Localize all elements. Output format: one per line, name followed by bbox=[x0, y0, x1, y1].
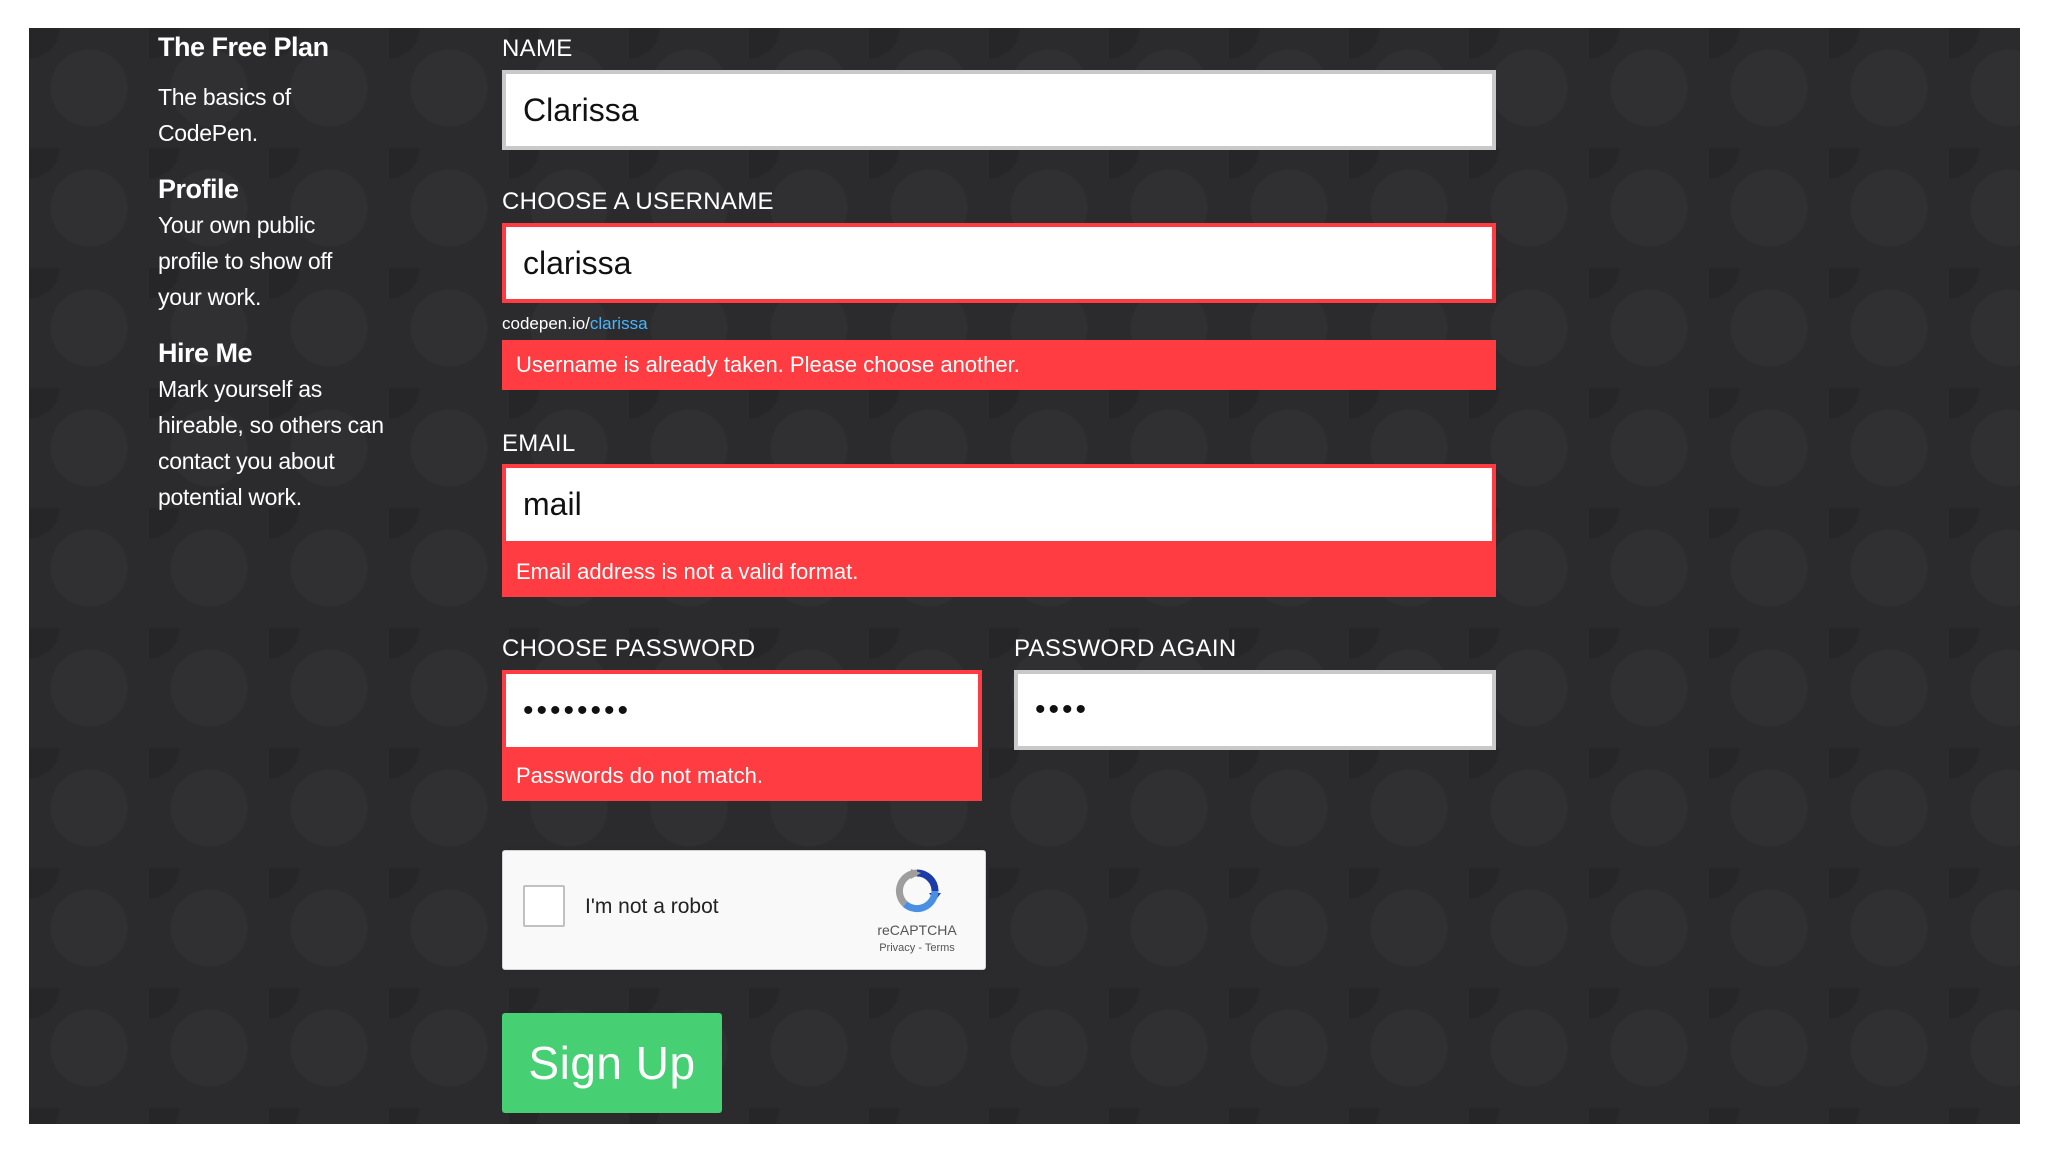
hire-me-title: Hire Me bbox=[158, 338, 253, 368]
recaptcha-label: I'm not a robot bbox=[585, 895, 719, 918]
profile-description: Your own public profile to show off your… bbox=[158, 207, 428, 315]
recaptcha-brand: reCAPTCHA bbox=[877, 922, 957, 938]
hire-desc-line: potential work. bbox=[158, 484, 302, 510]
recaptcha-checkbox[interactable] bbox=[523, 885, 565, 927]
free-plan-title: The Free Plan bbox=[158, 32, 329, 62]
recaptcha-widget: I'm not a robot reCAPTCHA Privacy - Term… bbox=[502, 850, 986, 970]
password-input[interactable]: •••••••• bbox=[506, 674, 978, 747]
free-plan-description: The basics of CodePen. bbox=[158, 79, 428, 151]
name-label: NAME bbox=[502, 35, 573, 62]
profile-desc-line: your work. bbox=[158, 284, 262, 310]
password-label: CHOOSE PASSWORD bbox=[502, 635, 756, 662]
email-label: EMAIL bbox=[502, 430, 576, 457]
profile-title: Profile bbox=[158, 174, 239, 204]
username-error: Username is already taken. Please choose… bbox=[502, 340, 1496, 390]
signup-page: The Free Plan The basics of CodePen. Pro… bbox=[29, 28, 2020, 1124]
sign-up-button[interactable]: Sign Up bbox=[502, 1013, 722, 1113]
name-input[interactable]: Clarissa bbox=[502, 70, 1496, 150]
password-again-input[interactable]: •••• bbox=[1014, 670, 1496, 750]
username-label: CHOOSE A USERNAME bbox=[502, 188, 774, 215]
password-again-masked-value: •••• bbox=[1035, 693, 1090, 726]
hire-desc-line: contact you about bbox=[158, 448, 335, 474]
password-error: Passwords do not match. bbox=[516, 763, 764, 788]
username-input[interactable]: clarissa bbox=[502, 223, 1496, 303]
free-plan-desc-line: CodePen. bbox=[158, 120, 258, 146]
recaptcha-icon bbox=[895, 869, 941, 913]
hire-me-description: Mark yourself as hireable, so others can… bbox=[158, 371, 428, 515]
plan-sidebar: The Free Plan The basics of CodePen. Pro… bbox=[158, 28, 428, 515]
email-error: Email address is not a valid format. bbox=[516, 559, 859, 584]
profile-desc-line: Your own public bbox=[158, 212, 316, 238]
email-input[interactable]: mail bbox=[506, 468, 1492, 541]
hire-desc-line: hireable, so others can bbox=[158, 412, 384, 438]
free-plan-desc-line: The basics of bbox=[158, 84, 291, 110]
profile-url-hint: codepen.io/clarissa bbox=[502, 314, 648, 334]
password-masked-value: •••••••• bbox=[523, 693, 632, 727]
password-again-label: PASSWORD AGAIN bbox=[1014, 635, 1237, 662]
hire-desc-line: Mark yourself as bbox=[158, 376, 322, 402]
profile-url-prefix: codepen.io/ bbox=[502, 314, 590, 333]
recaptcha-privacy-terms[interactable]: Privacy - Terms bbox=[871, 942, 963, 954]
profile-desc-line: profile to show off bbox=[158, 248, 333, 274]
profile-url-username: clarissa bbox=[589, 314, 648, 333]
recaptcha-logo: reCAPTCHA Privacy - Terms bbox=[871, 867, 963, 954]
